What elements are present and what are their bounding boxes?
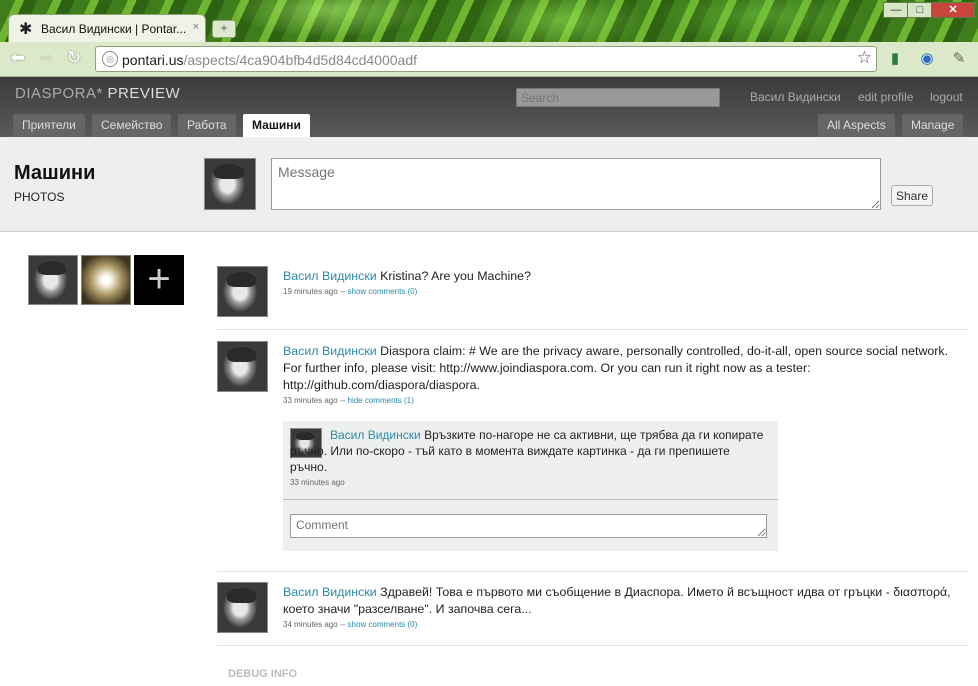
- edit-profile-link[interactable]: edit profile: [858, 90, 913, 104]
- hide-comments-link[interactable]: hide comments (1): [348, 396, 414, 405]
- show-comments-link[interactable]: show comments (0): [348, 287, 418, 296]
- photos-link[interactable]: PHOTOS: [14, 190, 64, 204]
- message-input[interactable]: [271, 158, 881, 210]
- browser-titlebar: ✱ Васил Видински | Pontar... × + — □ ✕: [0, 0, 978, 42]
- tab-machines[interactable]: Машини: [243, 114, 310, 137]
- diaspora-logo[interactable]: DIASPORA* PREVIEW: [15, 85, 180, 102]
- comment-divider: [283, 499, 778, 500]
- tab-title: Васил Видински | Pontar...: [41, 22, 187, 36]
- extension-globe-icon[interactable]: ◉: [918, 50, 936, 68]
- post-text: Здравей! Това е първото ми съобщение в Д…: [283, 585, 951, 616]
- post-time: 34 minutes ago: [283, 620, 338, 629]
- site-header: DIASPORA* PREVIEW Васил Видински edit pr…: [0, 77, 978, 137]
- meta-separator: --: [339, 396, 346, 405]
- back-arrow-icon[interactable]: ⬅: [8, 48, 28, 68]
- meta-separator: --: [339, 620, 346, 629]
- tab-close-icon[interactable]: ×: [193, 21, 199, 33]
- post-time: 19 minutes ago: [283, 287, 338, 296]
- url-host: pontari.us: [122, 52, 184, 68]
- post-author-link[interactable]: Васил Видински: [283, 269, 377, 283]
- logout-link[interactable]: logout: [930, 90, 963, 104]
- comment-input[interactable]: [290, 514, 767, 538]
- contact-avatar[interactable]: [28, 255, 78, 305]
- forward-arrow-icon[interactable]: ➡: [36, 48, 56, 68]
- debug-info-link[interactable]: DEBUG INFO: [228, 668, 297, 680]
- comment-time: 33 minutes ago: [290, 478, 345, 487]
- bookmark-star-icon[interactable]: ☆: [857, 48, 872, 68]
- all-aspects-button[interactable]: All Aspects: [818, 114, 895, 137]
- post-author-link[interactable]: Васил Видински: [283, 585, 377, 599]
- maximize-button[interactable]: □: [907, 2, 933, 18]
- reload-icon[interactable]: ↻: [64, 48, 84, 68]
- meta-separator: --: [339, 287, 346, 296]
- post-avatar[interactable]: [217, 582, 268, 633]
- diaspora-favicon-icon: ✱: [19, 21, 33, 38]
- url-path: /aspects/4ca904bfb4d5d84cd4000adf: [183, 52, 418, 68]
- publisher-avatar: [204, 158, 256, 210]
- globe-icon: ◎: [102, 51, 118, 67]
- post-text: Diaspora claim: # We are the privacy awa…: [283, 344, 949, 392]
- minimize-button[interactable]: —: [883, 2, 909, 18]
- post-meta: 33 minutes ago -- hide comments (1): [283, 395, 963, 407]
- stream-post: Васил Видински Здравей! Това е първото м…: [217, 582, 968, 646]
- post-avatar[interactable]: [217, 341, 268, 392]
- browser-toolbar: ⬅ ➡ ↻ ◎ pontari.us/aspects/4ca904bfb4d5d…: [0, 42, 978, 77]
- show-comments-link[interactable]: show comments (0): [348, 620, 418, 629]
- tab-work[interactable]: Работа: [178, 114, 236, 137]
- post-body: Васил Видински Diaspora claim: # We are …: [283, 343, 963, 407]
- wrench-icon[interactable]: ✎: [950, 50, 968, 68]
- new-tab-button[interactable]: +: [212, 20, 236, 38]
- post-author-link[interactable]: Васил Видински: [283, 344, 377, 358]
- logo-text: DIASPORA*: [15, 85, 103, 102]
- browser-tab[interactable]: ✱ Васил Видински | Pontar... ×: [8, 14, 206, 42]
- aspect-title: Машини: [14, 162, 96, 184]
- search-input[interactable]: [516, 88, 720, 107]
- post-time: 33 minutes ago: [283, 396, 338, 405]
- stream-post: Васил Видински Kristina? Are you Machine…: [217, 266, 968, 330]
- logo-preview: PREVIEW: [107, 85, 181, 102]
- manage-button[interactable]: Manage: [902, 114, 964, 137]
- post-meta: 19 minutes ago -- show comments (0): [283, 286, 963, 298]
- aspect-bar: Машини PHOTOS Share: [0, 137, 978, 232]
- share-button[interactable]: Share: [891, 185, 933, 206]
- post-text: Kristina? Are you Machine?: [380, 269, 531, 283]
- user-name-link[interactable]: Васил Видински: [750, 90, 841, 104]
- add-contact-button[interactable]: +: [134, 255, 184, 305]
- url-text: pontari.us/aspects/4ca904bfb4d5d84cd4000…: [122, 52, 417, 68]
- comment-author-link[interactable]: Васил Видински: [330, 428, 421, 442]
- tab-friends[interactable]: Приятели: [13, 114, 85, 137]
- extension-icon[interactable]: ▮: [886, 50, 904, 68]
- window-close-button[interactable]: ✕: [931, 2, 975, 18]
- post-body: Васил Видински Здравей! Това е първото м…: [283, 584, 963, 631]
- post-meta: 34 minutes ago -- show comments (0): [283, 619, 963, 631]
- contact-avatar-dandelion[interactable]: [81, 255, 131, 305]
- post-body: Васил Видински Kristina? Are you Machine…: [283, 268, 963, 298]
- address-bar[interactable]: ◎ pontari.us/aspects/4ca904bfb4d5d84cd40…: [95, 46, 877, 72]
- post-avatar[interactable]: [217, 266, 268, 317]
- tab-family[interactable]: Семейство: [92, 114, 172, 137]
- comment-body: Васил Видински Връзките по-нагоре не са …: [290, 427, 765, 475]
- comment-thread: Васил Видински Връзките по-нагоре не са …: [283, 421, 778, 551]
